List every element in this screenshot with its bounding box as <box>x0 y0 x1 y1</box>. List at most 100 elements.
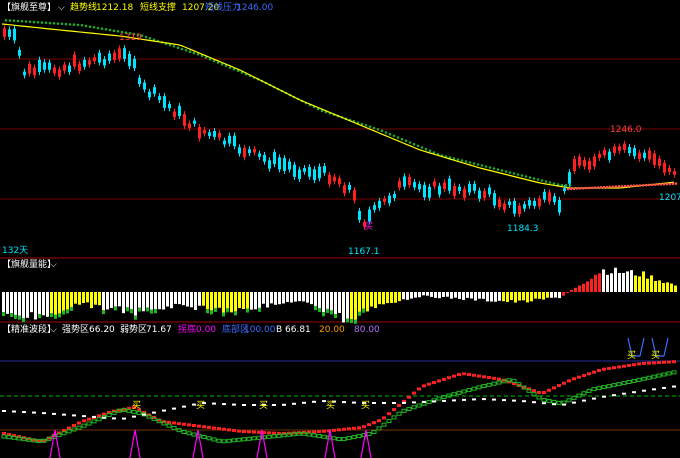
chevron-down-icon[interactable]: ⌵ <box>50 260 57 270</box>
band-green <box>306 432 312 437</box>
band-red <box>477 374 481 378</box>
candle-body <box>673 171 676 175</box>
ma-dot <box>16 19 20 23</box>
band-green <box>201 435 207 439</box>
candle-body <box>333 176 336 182</box>
volume-bar <box>622 272 625 292</box>
band-white <box>402 401 406 404</box>
band-red <box>642 361 646 365</box>
volume-bar <box>522 292 525 301</box>
volume-bar <box>126 307 129 312</box>
band-white <box>52 412 56 415</box>
band-green <box>56 433 62 438</box>
band-red <box>617 365 621 369</box>
band-green <box>86 421 92 426</box>
band-green <box>406 407 412 412</box>
volume-bar <box>38 292 41 315</box>
candle-body <box>563 188 566 192</box>
chevron-down-icon[interactable]: ⌵ <box>50 325 57 335</box>
ma-dot <box>532 177 536 180</box>
volume-bar <box>502 292 505 302</box>
ma-dot <box>12 19 16 23</box>
chevron-down-icon[interactable]: ⌵ <box>58 3 65 13</box>
volume-bar <box>638 276 641 292</box>
band-green <box>546 398 552 403</box>
volume-bar <box>110 292 113 308</box>
volume-bar <box>86 292 89 303</box>
band-green <box>346 436 352 441</box>
ma-dot <box>172 45 176 48</box>
support-dot <box>644 183 648 187</box>
candle-body <box>308 167 311 177</box>
volume-bar <box>626 271 629 292</box>
ma-dot <box>24 20 28 23</box>
volume-bar <box>62 292 65 311</box>
band-panel[interactable]: 【精准波段】 ⌵ 强势区 66.20 弱势区 71.67 拐底 0.00 底部区… <box>1 323 677 458</box>
candle-body <box>88 60 91 65</box>
ma-dot <box>100 27 104 31</box>
volume-bar <box>482 292 485 299</box>
band-green <box>181 430 187 434</box>
candle-body <box>423 184 426 198</box>
band-red <box>472 373 476 377</box>
band-green <box>206 436 212 441</box>
band-green <box>396 411 402 416</box>
volume-panel[interactable]: 【旗舰量能】 ⌵ <box>2 258 677 324</box>
support-dot <box>623 184 627 188</box>
ma-dot <box>188 50 192 53</box>
band-red <box>217 427 221 431</box>
band-green <box>451 392 457 397</box>
candle-body <box>448 178 451 191</box>
volume-bar <box>378 292 381 305</box>
volume-bar <box>210 310 213 315</box>
band-white <box>462 398 466 401</box>
volume-bar <box>310 292 313 305</box>
stock-chart[interactable]: 【旗舰至尊】 ⌵ 趋势线 1212.18 短线支撑 1207.20 短线压力 1… <box>0 0 680 458</box>
candle-body <box>143 82 146 90</box>
band-green <box>276 433 282 438</box>
ma-dot <box>88 25 92 29</box>
volume-bar <box>122 292 125 314</box>
band-red <box>347 427 351 431</box>
band-red <box>667 360 671 364</box>
band-indicator <box>1 337 677 458</box>
band-red <box>622 364 626 368</box>
band-green <box>231 438 237 443</box>
volume-bar <box>154 292 157 310</box>
band-green <box>1 434 7 439</box>
band-red <box>432 381 436 385</box>
volume-bar <box>474 292 477 301</box>
candle-body <box>223 140 226 145</box>
candle-body <box>203 130 206 134</box>
band-green <box>566 398 572 403</box>
volume-bar <box>574 287 577 292</box>
ma-dot <box>92 26 96 29</box>
band-white <box>312 400 316 403</box>
volume-bar <box>426 292 429 296</box>
candle-body <box>93 57 96 62</box>
candle-body <box>568 172 571 184</box>
weak-zone-label: 弱势区 <box>120 323 147 335</box>
band-red <box>662 360 666 364</box>
volume-bar <box>346 292 349 319</box>
ma-dot <box>420 146 424 149</box>
band-red <box>182 422 186 426</box>
ma-dot <box>368 125 372 128</box>
candle-body <box>283 158 286 171</box>
support-dot <box>566 187 570 191</box>
candle-body <box>633 148 636 157</box>
volume-bar <box>10 292 13 314</box>
volume-bar <box>202 292 205 306</box>
band-green <box>436 396 442 401</box>
band-panel-title[interactable]: 【精准波段】 <box>2 323 56 335</box>
band-red <box>577 375 581 379</box>
band-green <box>626 380 632 384</box>
high-right-label: 1246.0 <box>610 125 642 135</box>
candle-body <box>178 105 181 116</box>
main-panel-title[interactable]: 【旗舰至尊】 <box>2 1 56 13</box>
volume-panel-title[interactable]: 【旗舰量能】 <box>2 258 56 270</box>
volume-bar <box>150 309 153 314</box>
candle-body <box>343 185 346 194</box>
candle-body <box>413 182 416 188</box>
ma-dot <box>564 183 568 187</box>
